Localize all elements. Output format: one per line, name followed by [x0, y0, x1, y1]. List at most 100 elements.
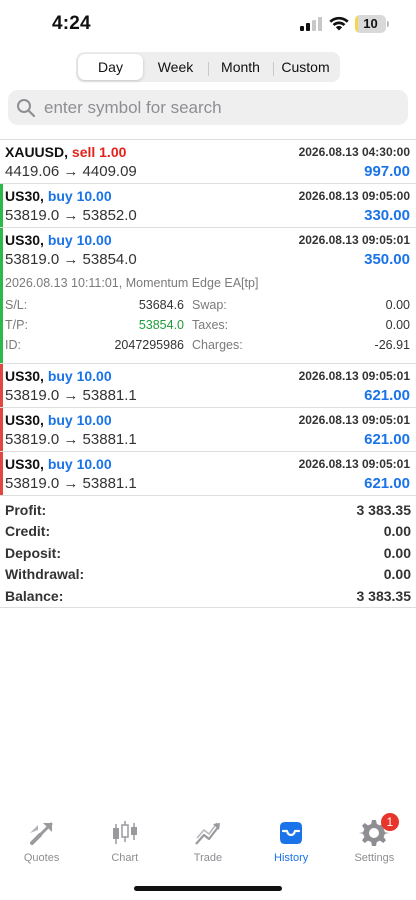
charges-value: -26.91 — [374, 338, 410, 352]
deal-title: US30, buy 10.00 — [5, 368, 112, 384]
summary-label: Balance: — [5, 587, 64, 604]
id-value: 2047295986 — [114, 338, 184, 352]
taxes-label: Taxes: — [192, 318, 229, 332]
summary-credit: Credit: 0.00 — [5, 521, 411, 543]
deal-row[interactable]: XAUUSD, sell 1.00 2026.08.13 04:30:00 44… — [0, 140, 416, 184]
tp-value: 53854.0 — [138, 318, 184, 332]
deal-accent-bar — [0, 452, 3, 495]
deal-accent-bar — [0, 364, 3, 407]
summary-value: 3 383.35 — [356, 587, 412, 604]
deal-symbol: XAUUSD, — [5, 144, 69, 160]
summary-value: 3 383.35 — [356, 501, 412, 518]
quotes-icon — [29, 822, 53, 845]
deal-accent-bar — [0, 184, 3, 227]
status-bar: 4:24 10 — [0, 0, 416, 48]
sl-label: S/L: — [5, 298, 28, 312]
deal-title: XAUUSD, sell 1.00 — [5, 144, 126, 160]
summary-value: 0.00 — [383, 523, 411, 540]
deal-accent-bar — [0, 408, 3, 451]
deal-side: buy 10.00 — [47, 412, 112, 428]
deal-symbol: US30, — [5, 368, 44, 384]
deal-accent-bar — [0, 228, 3, 363]
deal-side: buy 10.00 — [47, 368, 112, 384]
summary-withdrawal: Withdrawal: 0.00 — [5, 564, 411, 586]
deal-time: 2026.08.13 09:05:01 — [298, 413, 410, 427]
tab-month[interactable]: Month — [208, 54, 273, 80]
tab-custom[interactable]: Custom — [273, 54, 338, 80]
tab-label: Chart — [111, 852, 139, 864]
summary-label: Profit: — [5, 501, 47, 518]
summary-balance: Balance: 3 383.35 — [5, 585, 411, 607]
deal-symbol: US30, — [5, 188, 44, 204]
tab-settings[interactable]: 1 Settings — [333, 813, 416, 878]
deal-row[interactable]: US30, buy 10.00 2026.08.13 09:05:01 5381… — [0, 364, 416, 408]
swap-value: 0.00 — [385, 298, 410, 312]
tab-label: Trade — [193, 852, 223, 864]
tp-label: T/P: — [5, 318, 28, 332]
deal-prices: 53819.0 → 53881.1 — [5, 431, 137, 448]
deal-prices: 53819.0 → 53881.1 — [5, 387, 137, 404]
deal-row[interactable]: US30, buy 10.00 2026.08.13 09:05:01 5381… — [0, 452, 416, 496]
search-input[interactable] — [44, 97, 384, 118]
deal-details-grid: S/L: 53684.6 T/P: 53854.0 ID: 2047295986… — [5, 298, 410, 358]
tab-label: Quotes — [23, 852, 60, 864]
deal-title: US30, buy 10.00 — [5, 412, 112, 428]
deal-side: buy 10.00 — [47, 232, 112, 248]
summary-label: Withdrawal: — [5, 566, 85, 583]
search-icon — [17, 98, 36, 117]
deal-time: 2026.08.13 04:30:00 — [298, 145, 410, 159]
deal-time: 2026.08.13 09:05:01 — [298, 233, 410, 247]
status-time: 4:24 — [52, 13, 91, 34]
deal-list: XAUUSD, sell 1.00 2026.08.13 04:30:00 44… — [0, 139, 416, 496]
deal-profit: 621.00 — [364, 475, 410, 492]
deal-side: sell 1.00 — [71, 144, 127, 160]
inbox-icon — [280, 822, 303, 844]
deal-symbol: US30, — [5, 456, 44, 472]
search-bar[interactable] — [8, 90, 408, 125]
tab-chart[interactable]: Chart — [83, 818, 166, 878]
tab-label: Settings — [354, 852, 395, 864]
deal-details-header: 2026.08.13 10:11:01, Momentum Edge EA[tp… — [5, 276, 259, 290]
deal-title: US30, buy 10.00 — [5, 188, 112, 204]
deal-row[interactable]: US30, buy 10.00 2026.08.13 09:05:01 5381… — [0, 408, 416, 452]
deal-row[interactable]: US30, buy 10.00 2026.08.13 09:05:00 5381… — [0, 184, 416, 228]
deal-time: 2026.08.13 09:05:01 — [298, 369, 410, 383]
tab-quotes[interactable]: Quotes — [0, 818, 83, 878]
charges-label: Charges: — [192, 338, 243, 352]
summary-label: Deposit: — [5, 544, 61, 561]
bottom-tab-bar: Quotes Chart Trade History 1 Settings — [0, 813, 416, 878]
tab-week[interactable]: Week — [143, 54, 208, 80]
deal-symbol: US30, — [5, 412, 44, 428]
tab-history[interactable]: History — [250, 818, 333, 878]
battery-percentage: 10 — [363, 16, 378, 31]
deal-title: US30, buy 10.00 — [5, 456, 112, 472]
deal-time: 2026.08.13 09:05:01 — [298, 457, 410, 471]
deal-prices: 4419.06 → 4409.09 — [5, 163, 137, 180]
summary-deposit: Deposit: 0.00 — [5, 542, 411, 564]
deal-prices: 53819.0 → 53852.0 — [5, 207, 137, 224]
summary-value: 0.00 — [383, 544, 411, 561]
period-segmented-control: Day Week Month Custom — [76, 52, 340, 82]
deal-row-expanded[interactable]: US30, buy 10.00 2026.08.13 09:05:01 5381… — [0, 228, 416, 364]
deal-symbol: US30, — [5, 232, 44, 248]
tab-trade[interactable]: Trade — [166, 818, 249, 878]
deal-prices: 53819.0 → 53881.1 — [5, 475, 137, 492]
home-indicator — [134, 886, 282, 891]
deal-profit: 330.00 — [364, 207, 410, 224]
swap-label: Swap: — [192, 298, 227, 312]
deal-prices: 53819.0 → 53854.0 — [5, 251, 137, 268]
deal-profit: 621.00 — [364, 431, 410, 448]
tab-day[interactable]: Day — [78, 54, 143, 80]
deal-profit: 997.00 — [364, 163, 410, 180]
summary-profit: Profit: 3 383.35 — [5, 499, 411, 521]
cellular-signal-icon — [300, 17, 322, 31]
deal-side: buy 10.00 — [47, 188, 112, 204]
tab-label: History — [274, 852, 309, 864]
history-summary: Profit: 3 383.35 Credit: 0.00 Deposit: 0.00… — [0, 499, 416, 608]
notification-badge: 1 — [380, 813, 399, 831]
id-label: ID: — [5, 338, 21, 352]
wifi-icon — [329, 16, 349, 31]
battery-cap — [387, 21, 389, 27]
deal-profit: 350.00 — [364, 251, 410, 268]
deal-title: US30, buy 10.00 — [5, 232, 112, 248]
